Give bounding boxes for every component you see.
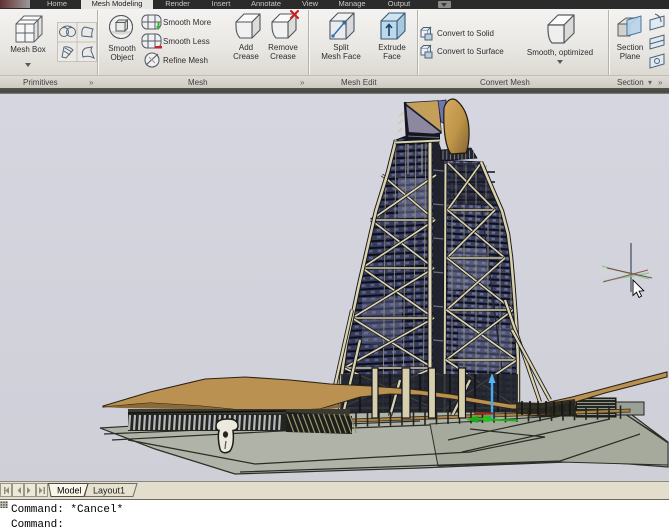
- svg-text:Layout1: Layout1: [93, 486, 125, 496]
- svg-text:Model: Model: [57, 486, 82, 496]
